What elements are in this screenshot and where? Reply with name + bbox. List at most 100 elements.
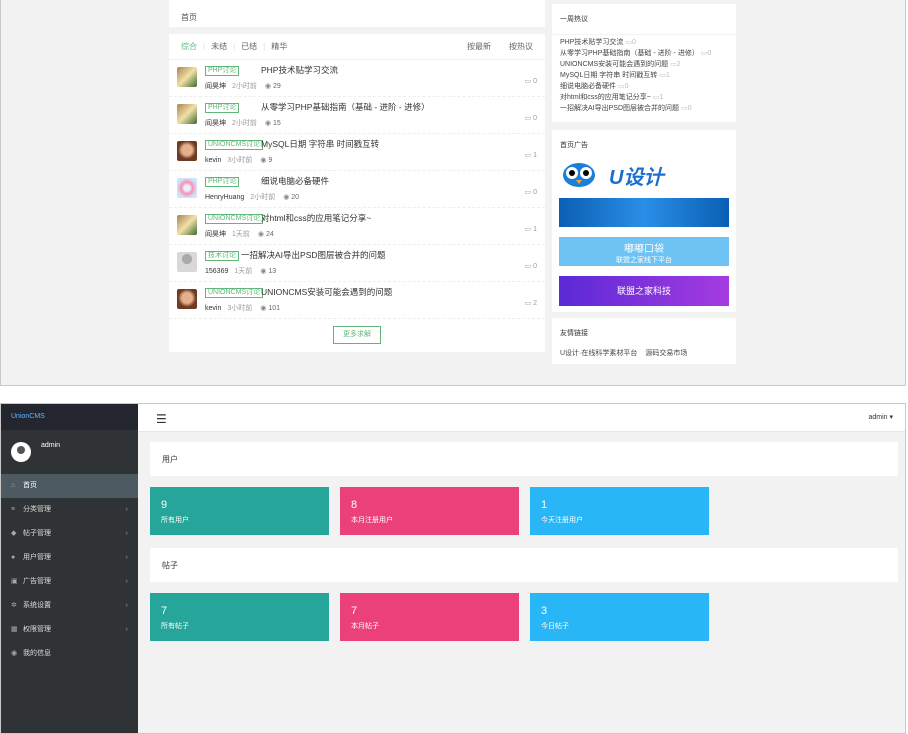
admin-logo[interactable]: UnionCMS [1, 404, 138, 430]
post-time: 2小时前 [232, 83, 257, 90]
sidebar-item-7[interactable]: ◉ 我的信息 [1, 642, 138, 666]
hot-item[interactable]: UNIONCMS安装可能会遇到的问题 ▭2 [560, 59, 728, 70]
menu-icon: ◆ [11, 530, 17, 537]
sidebar-item-4[interactable]: ▣ 广告管理 › [1, 570, 138, 594]
hot-item[interactable]: MySQL日期 字符串 时间戳互转 ▭1 [560, 70, 728, 81]
chevron-right-icon: › [125, 602, 128, 609]
owl-mascot-icon [563, 163, 595, 187]
post-title[interactable]: 细说电脑必备硬件 [261, 175, 329, 187]
avatar[interactable] [177, 252, 197, 272]
avatar[interactable] [177, 104, 197, 124]
comment-number: 0 [533, 115, 537, 122]
stat-card[interactable]: 8 本月注册用户 [340, 487, 519, 535]
tab-featured[interactable]: 精华 [271, 41, 287, 52]
comment-count: ▭ 0 [525, 262, 537, 270]
stat-card[interactable]: 7 所有帖子 [150, 593, 329, 641]
feed-tabs: 综合 | 未结 | 已结 | 精华 按最新 按热议 [169, 34, 545, 60]
hot-item[interactable]: PHP技术贴学习交流 ▭0 [560, 37, 728, 48]
post-title[interactable]: MySQL日期 字符串 时间戳互转 [261, 138, 379, 150]
chevron-right-icon: › [125, 530, 128, 537]
hot-item[interactable]: 一招解决AI导出PSD图层被合并的问题 ▭0 [560, 103, 728, 114]
avatar[interactable] [177, 289, 197, 309]
stat-card[interactable]: 1 今天注册用户 [530, 487, 709, 535]
eye-icon: ◉ [283, 194, 290, 201]
post-title[interactable]: PHP技术贴学习交流 [261, 64, 338, 76]
post-author[interactable]: kevin [205, 157, 221, 164]
sort-hot[interactable]: 按热议 [509, 41, 533, 52]
list-item[interactable]: UNIONCMS讨论 对html和css的应用笔记分享~ 阎昊坤 1天前 ◉ 24 … [169, 208, 545, 245]
sidebar-user: admin [1, 430, 138, 474]
post-author[interactable]: kevin [205, 305, 221, 312]
comment-icon: ▭ [670, 61, 677, 68]
ad-banner-purple[interactable]: 联盟之家科技 [559, 276, 729, 306]
ad-title: 首页广告 [560, 142, 588, 149]
comment-count: ▭ 0 [525, 114, 537, 122]
menu-toggle-icon[interactable]: ☰ [156, 412, 167, 426]
load-more-button[interactable]: 更多求解 [333, 326, 381, 344]
post-author[interactable]: 阎昊坤 [205, 120, 226, 127]
sidebar-item-3[interactable]: ● 用户管理 › [1, 546, 138, 570]
sort-newest[interactable]: 按最新 [467, 41, 491, 52]
user-dropdown[interactable]: admin ▾ [868, 413, 893, 421]
sidebar-item-5[interactable]: ✲ 系统设置 › [1, 594, 138, 618]
friend-link[interactable]: U设计·在线科学素材平台 [560, 350, 637, 357]
ad-banner-udesign[interactable]: U设计 [559, 158, 729, 192]
post-title[interactable]: 一招解决AI导出PSD图层被合并的问题 [241, 249, 386, 261]
stat-card[interactable]: 3 今日帖子 [530, 593, 709, 641]
ad-banner-dudu[interactable]: 嘟嘟口袋 联盟之家线下平台 [559, 237, 729, 266]
hot-item[interactable]: 对html和css的应用笔记分享~ ▭1 [560, 92, 728, 103]
breadcrumb-home[interactable]: 首页 [181, 13, 197, 22]
dudu-title: 嘟嘟口袋 [624, 244, 664, 255]
list-item[interactable]: 技术讨论 一招解决AI导出PSD图层被合并的问题 156369 1天前 ◉ 13 ▭… [169, 245, 545, 282]
view-count: 13 [268, 268, 277, 275]
menu-icon: ▦ [11, 626, 18, 633]
post-author[interactable]: 阎昊坤 [205, 83, 226, 90]
stat-value: 3 [541, 605, 548, 617]
tab-open[interactable]: 未结 [211, 41, 227, 52]
comment-icon: ▭ [524, 226, 532, 233]
breadcrumb: 首页 [169, 0, 545, 27]
post-title[interactable]: UNIONCMS安装可能会遇到的问题 [261, 286, 392, 298]
comment-icon: ▭ [524, 115, 532, 122]
list-item[interactable]: UNIONCMS讨论 UNIONCMS安装可能会遇到的问题 kevin 3小时前 ◉… [169, 282, 545, 319]
sidebar-item-6[interactable]: ▦ 权限管理 › [1, 618, 138, 642]
avatar[interactable] [177, 67, 197, 87]
tab-all[interactable]: 综合 [181, 41, 197, 52]
comment-icon: ▭ [524, 78, 532, 85]
avatar[interactable] [177, 141, 197, 161]
stat-label: 本月注册用户 [351, 517, 393, 524]
admin-menu: ⌂ 首页 ≡ 分类管理 › ◆ 帖子管理 › ● 用户管理 › ▣ 广告管理 › ✲ 系统设置 › ▦ 权限管理 › ◉… [1, 474, 138, 666]
sidebar-item-0[interactable]: ⌂ 首页 [1, 474, 138, 498]
avatar[interactable] [177, 215, 197, 235]
post-title[interactable]: 从零学习PHP基础指南（基础 - 进阶 - 进修） [261, 101, 430, 113]
sidebar-item-1[interactable]: ≡ 分类管理 › [1, 498, 138, 522]
list-item[interactable]: PHP讨论 细说电脑必备硬件 HenryHuang 2小时前 ◉ 20 ▭ 0 [169, 171, 545, 208]
list-item[interactable]: PHP讨论 从零学习PHP基础指南（基础 - 进阶 - 进修） 阎昊坤 2小时前 ◉… [169, 97, 545, 134]
post-time: 2小时前 [250, 194, 276, 201]
post-author[interactable]: 阎昊坤 [205, 231, 226, 238]
hot-item[interactable]: 从零学习PHP基础指南（基础 - 进阶 - 进修） ▭0 [560, 48, 728, 59]
posts-section-title: 帖子 [150, 548, 898, 582]
admin-header: ☰ admin ▾ [138, 404, 905, 432]
category-badge: UNIONCMS讨论 [205, 214, 264, 224]
stat-card[interactable]: 7 本月帖子 [340, 593, 519, 641]
post-author[interactable]: 156369 [205, 268, 228, 275]
hot-item-count: 0 [624, 83, 629, 90]
menu-icon: ⌂ [11, 482, 16, 489]
tab-closed[interactable]: 已结 [241, 41, 257, 52]
post-title[interactable]: 对html和css的应用笔记分享~ [261, 212, 371, 224]
avatar[interactable] [177, 178, 197, 198]
list-item[interactable]: PHP讨论 PHP技术贴学习交流 阎昊坤 2小时前 ◉ 29 ▭ 0 [169, 60, 545, 97]
menu-icon: ✲ [11, 602, 17, 609]
sidebar-item-label: 权限管理 [23, 626, 51, 633]
avatar [11, 442, 31, 462]
hot-item[interactable]: 细说电脑必备硬件 ▭0 [560, 81, 728, 92]
menu-icon: ● [11, 554, 16, 561]
list-item[interactable]: UNIONCMS讨论 MySQL日期 字符串 时间戳互转 kevin 3小时前 ◉ … [169, 134, 545, 171]
ad-banner-blue[interactable] [559, 198, 729, 227]
stat-card[interactable]: 9 所有用户 [150, 487, 329, 535]
sidebar-item-2[interactable]: ◆ 帖子管理 › [1, 522, 138, 546]
friend-link[interactable]: 源码交易市场 [645, 350, 687, 357]
post-author[interactable]: HenryHuang [205, 194, 244, 201]
forum-frontend: 首页 综合 | 未结 | 已结 | 精华 按最新 按热议 PHP讨论 PHP技术贴学习… [0, 0, 906, 386]
